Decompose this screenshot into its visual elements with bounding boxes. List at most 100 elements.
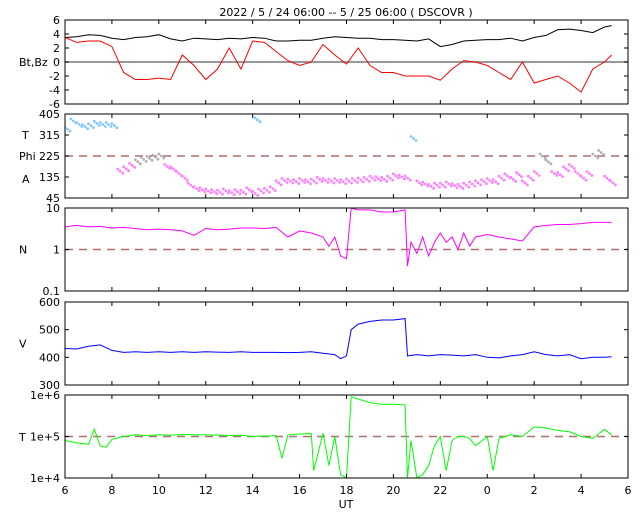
phi-point [262, 191, 265, 195]
phi-point [347, 179, 351, 183]
x-axis-label: UT [339, 498, 354, 511]
phi-point [488, 179, 492, 182]
phi-point [256, 193, 260, 197]
y-axis-label: T [21, 129, 29, 142]
phi-point [121, 171, 125, 175]
phi-point [505, 174, 509, 178]
y-tick-label: -4 [49, 84, 60, 97]
phi-point [538, 152, 542, 156]
panel-n: 1010.1N [19, 202, 629, 298]
y-tick-label: 6 [53, 14, 60, 27]
phi-point [567, 169, 570, 173]
phi-point [470, 182, 474, 186]
phi-point [359, 178, 363, 182]
phi-point [285, 181, 289, 184]
phi-point [150, 158, 154, 162]
phi-point [379, 179, 383, 183]
phi-point [297, 182, 301, 186]
phi-point [113, 124, 116, 128]
phi-point [517, 173, 521, 177]
phi-point [77, 123, 81, 126]
phi-point [197, 189, 201, 193]
phi-point [230, 191, 234, 195]
x-tick-label: 4 [578, 484, 585, 497]
phi-point [531, 178, 535, 182]
phi-point [515, 171, 518, 175]
phi-point [537, 174, 541, 177]
phi-point [365, 177, 368, 181]
panel-t: 1e+6 1e+5 1e+4 T [18, 389, 629, 485]
phi-point [406, 176, 410, 180]
phi-point [602, 153, 606, 156]
phi-point [92, 126, 95, 130]
phi-point [490, 181, 494, 184]
y-tick-label: 1e+5 [30, 431, 60, 444]
phi-point [355, 181, 359, 184]
phi-point [485, 177, 489, 180]
phi-point [380, 175, 384, 179]
phi-point [450, 182, 454, 186]
phi-point [200, 188, 204, 192]
phi-point [233, 188, 237, 192]
y-tick-label: 315 [39, 129, 60, 142]
phi-point [186, 181, 190, 185]
phi-point [599, 151, 603, 154]
phi-point [159, 154, 163, 158]
solar-wind-chart: 2022 / 5 / 24 06:00 -- 5 / 25 06:00 ( DS… [0, 0, 640, 512]
x-tick-label: 0 [484, 484, 491, 497]
phi-point [265, 188, 269, 192]
phi-point [500, 176, 503, 180]
phi-point [66, 127, 69, 131]
phi-point [455, 186, 459, 190]
phi-point [309, 182, 312, 186]
phi-point [502, 178, 506, 182]
phi-point [104, 121, 108, 124]
phi-point [447, 182, 451, 186]
series-v [65, 318, 612, 360]
phi-point [376, 177, 380, 181]
phi-point [605, 176, 609, 180]
y-tick-label: 1e+6 [30, 389, 60, 402]
phi-point [473, 184, 477, 188]
phi-point [582, 176, 585, 180]
phi-point [283, 179, 286, 182]
phi-point [183, 176, 187, 180]
x-tick-label: 12 [199, 484, 213, 497]
phi-point [177, 172, 181, 175]
phi-point [438, 185, 441, 189]
phi-point [361, 180, 365, 184]
phi-point [374, 175, 378, 179]
phi-point [139, 156, 143, 159]
phi-point [292, 178, 296, 182]
phi-point [142, 158, 146, 161]
phi-point [409, 135, 413, 138]
phi-point [256, 118, 259, 122]
phi-point [414, 139, 418, 142]
phi-point [218, 190, 222, 194]
phi-point [95, 121, 99, 125]
y-axis-label: Bt,Bz [19, 56, 48, 69]
phi-point [484, 182, 488, 186]
phi-point [221, 192, 224, 196]
phi-point [474, 179, 477, 183]
phi-point [320, 179, 324, 183]
phi-point [541, 154, 544, 158]
phi-point [68, 129, 72, 133]
phi-point [402, 177, 406, 181]
y-tick-label: 225 [39, 150, 60, 163]
phi-point [189, 183, 193, 187]
phi-point [408, 178, 412, 182]
phi-point [253, 191, 257, 195]
phi-point [438, 181, 442, 185]
y-tick-label: 4 [53, 28, 60, 41]
y-tick-label: 600 [39, 296, 60, 309]
phi-point [224, 189, 228, 193]
phi-point [459, 184, 462, 188]
phi-point [511, 177, 515, 181]
phi-point [392, 172, 395, 176]
phi-point [417, 181, 421, 185]
phi-point [570, 165, 574, 168]
phi-point [386, 174, 389, 178]
phi-point [216, 188, 219, 192]
chart-title: 2022 / 5 / 24 06:00 -- 5 / 25 06:00 ( DS… [219, 6, 472, 19]
